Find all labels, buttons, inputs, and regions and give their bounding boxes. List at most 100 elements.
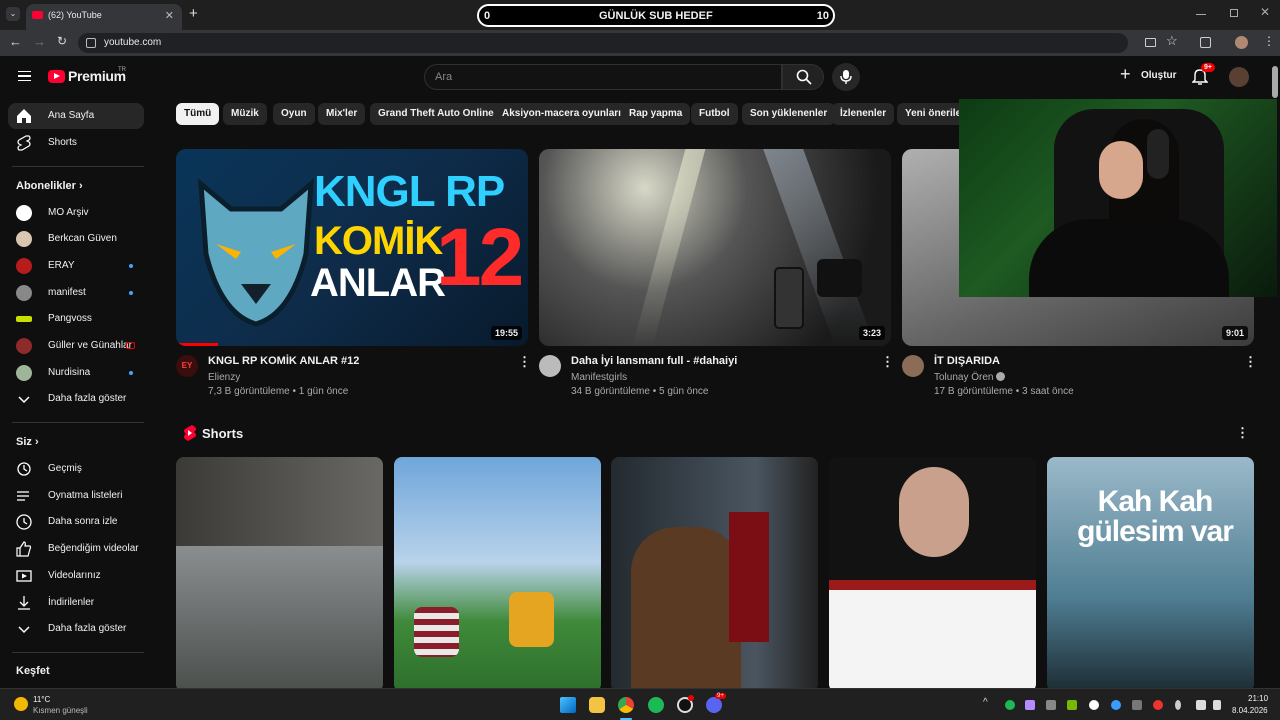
tray-spotify-icon[interactable]	[1005, 700, 1015, 710]
sidebar-item-liked[interactable]: Beğendiğim videolar	[8, 536, 144, 562]
notifications-button[interactable]: 9+	[1192, 63, 1215, 86]
hamburger-menu-icon[interactable]	[18, 71, 31, 81]
sidebar-item-playlists[interactable]: Oynatma listeleri	[8, 483, 144, 509]
browser-tab[interactable]: (62) YouTube ✕	[26, 4, 182, 30]
channel-name[interactable]: Tolunay Ören	[934, 372, 1006, 383]
sidebar-show-more[interactable]: Daha fazla göster	[8, 386, 144, 412]
shorts-icon	[184, 425, 196, 441]
sidebar-sub-item[interactable]: Güller ve Günahlar	[8, 333, 144, 359]
sidebar-sub-item[interactable]: manifest	[8, 280, 144, 306]
cast-icon[interactable]	[1145, 38, 1156, 47]
window-close-icon[interactable]: ✕	[1260, 5, 1270, 19]
sidebar-show-more[interactable]: Daha fazla göster	[8, 616, 144, 642]
chip-gta-online[interactable]: Grand Theft Auto Online	[370, 103, 502, 125]
more-actions-icon[interactable]: ⋮	[881, 354, 894, 370]
tray-mic-icon[interactable]	[1175, 700, 1181, 710]
maximize-icon[interactable]	[1230, 9, 1238, 17]
weather-icon[interactable]	[14, 697, 28, 711]
sidebar-item-home[interactable]: Ana Sayfa	[8, 103, 144, 129]
sidebar-label: Berkcan Güven	[48, 233, 117, 244]
chip-gaming[interactable]: Oyun	[273, 103, 315, 125]
chip-football[interactable]: Futbol	[691, 103, 738, 125]
sidebar-item-downloads[interactable]: İndirilenler	[8, 590, 144, 616]
sidebar-sub-item[interactable]: Berkcan Güven	[8, 226, 144, 252]
bookmark-star-icon[interactable]: ☆	[1166, 33, 1178, 49]
channel-name[interactable]: Elienzy	[208, 372, 240, 383]
short-card[interactable]	[394, 457, 601, 692]
short-card[interactable]	[829, 457, 1036, 692]
sidebar-sub-item[interactable]: Nurdisina	[8, 360, 144, 386]
tray-pen-icon[interactable]	[1025, 700, 1035, 710]
sidebar-item-your-videos[interactable]: Videolarınız	[8, 563, 144, 589]
video-thumbnail[interactable]: KNGL RP KOMİK ANLAR 12 19:55	[176, 149, 528, 346]
create-button[interactable]: + Oluştur	[1116, 64, 1180, 88]
short-card[interactable]: Kah Kah gülesim var	[1047, 457, 1254, 692]
chip-watched[interactable]: İzlenenler	[832, 103, 895, 125]
forward-icon[interactable]: →	[33, 34, 46, 49]
sidebar-sub-item[interactable]: MO Arşiv	[8, 200, 144, 226]
extensions-icon[interactable]	[1200, 37, 1211, 48]
video-title[interactable]: İT DIŞARIDA	[934, 355, 1000, 367]
more-actions-icon[interactable]: ⋮	[1244, 354, 1257, 370]
new-tab-button[interactable]: +	[189, 5, 198, 22]
tab-close-icon[interactable]: ✕	[165, 9, 174, 22]
you-heading[interactable]: Siz ›	[16, 436, 39, 448]
tray-app-icon[interactable]	[1046, 700, 1056, 710]
short-card[interactable]	[611, 457, 818, 692]
shorts-heading: Shorts	[202, 426, 244, 441]
chip-recently-uploaded[interactable]: Son yüklenenler	[742, 103, 836, 125]
more-actions-icon[interactable]: ⋮	[518, 354, 531, 370]
tray-overflow-icon[interactable]: ^	[983, 697, 988, 708]
network-icon[interactable]	[1196, 700, 1206, 710]
profile-avatar[interactable]	[1235, 36, 1248, 49]
clock-date[interactable]: 8.04.2026	[1232, 706, 1268, 715]
volume-icon[interactable]	[1213, 700, 1221, 710]
tray-cloud-icon[interactable]	[1111, 700, 1121, 710]
channel-name[interactable]: Manifestgirls	[571, 372, 627, 383]
sidebar-item-history[interactable]: Geçmiş	[8, 456, 144, 482]
chip-all[interactable]: Tümü	[176, 103, 220, 125]
tray-record-icon[interactable]	[1153, 700, 1163, 710]
page-scrollbar[interactable]	[1272, 66, 1278, 98]
shorts-more-icon[interactable]: ⋮	[1236, 425, 1249, 441]
spotify-icon[interactable]	[648, 697, 664, 713]
account-avatar[interactable]	[1229, 67, 1249, 87]
video-meta: 7,3 B görüntüleme • 1 gün önce	[208, 386, 349, 397]
reload-icon[interactable]: ↻	[57, 34, 67, 48]
channel-avatar[interactable]	[539, 355, 561, 377]
chip-mixes[interactable]: Mix'ler	[318, 103, 366, 125]
start-windows-icon[interactable]	[560, 697, 576, 713]
clock-time[interactable]: 21:10	[1248, 694, 1268, 703]
discord-icon[interactable]	[706, 697, 722, 713]
channel-avatar[interactable]	[902, 355, 924, 377]
chrome-menu-icon[interactable]: ⋮	[1263, 34, 1275, 48]
address-bar[interactable]: youtube.com	[78, 33, 1128, 53]
tray-app-icon[interactable]	[1132, 700, 1142, 710]
search-button[interactable]	[782, 64, 824, 90]
sidebar-item-shorts[interactable]: Shorts	[8, 130, 144, 156]
chip-new-to-you[interactable]: Yeni öneriler	[897, 103, 959, 125]
chip-rap[interactable]: Rap yapma	[621, 103, 691, 125]
video-title[interactable]: Daha İyi lansmanı full - #dahaiyi	[571, 355, 737, 367]
tray-app-icon[interactable]	[1089, 700, 1099, 710]
sidebar-sub-item[interactable]: Pangvoss	[8, 306, 144, 332]
chip-action-adventure[interactable]: Aksiyon-macera oyunları	[494, 103, 629, 125]
voice-search-button[interactable]	[832, 63, 860, 91]
video-thumbnail[interactable]: 3:23	[539, 149, 891, 346]
channel-avatar[interactable]: EY	[176, 355, 198, 377]
sidebar-sub-item[interactable]: ERAY	[8, 253, 144, 279]
chrome-icon[interactable]	[618, 697, 634, 713]
chip-music[interactable]: Müzik	[223, 103, 267, 125]
video-duration: 3:23	[858, 326, 885, 340]
short-card[interactable]	[176, 457, 383, 692]
subscriptions-heading[interactable]: Abonelikler ›	[16, 180, 83, 192]
search-input[interactable]: Ara	[424, 64, 782, 90]
back-icon[interactable]: ←	[9, 34, 22, 49]
site-info-icon[interactable]	[86, 38, 96, 48]
tray-nvidia-icon[interactable]	[1067, 700, 1077, 710]
tab-search-button[interactable]: ⌄	[6, 7, 20, 21]
file-explorer-icon[interactable]	[589, 697, 605, 713]
video-title[interactable]: KNGL RP KOMİK ANLAR #12	[208, 355, 359, 367]
minimize-icon[interactable]	[1196, 14, 1206, 15]
sidebar-item-watch-later[interactable]: Daha sonra izle	[8, 509, 144, 535]
